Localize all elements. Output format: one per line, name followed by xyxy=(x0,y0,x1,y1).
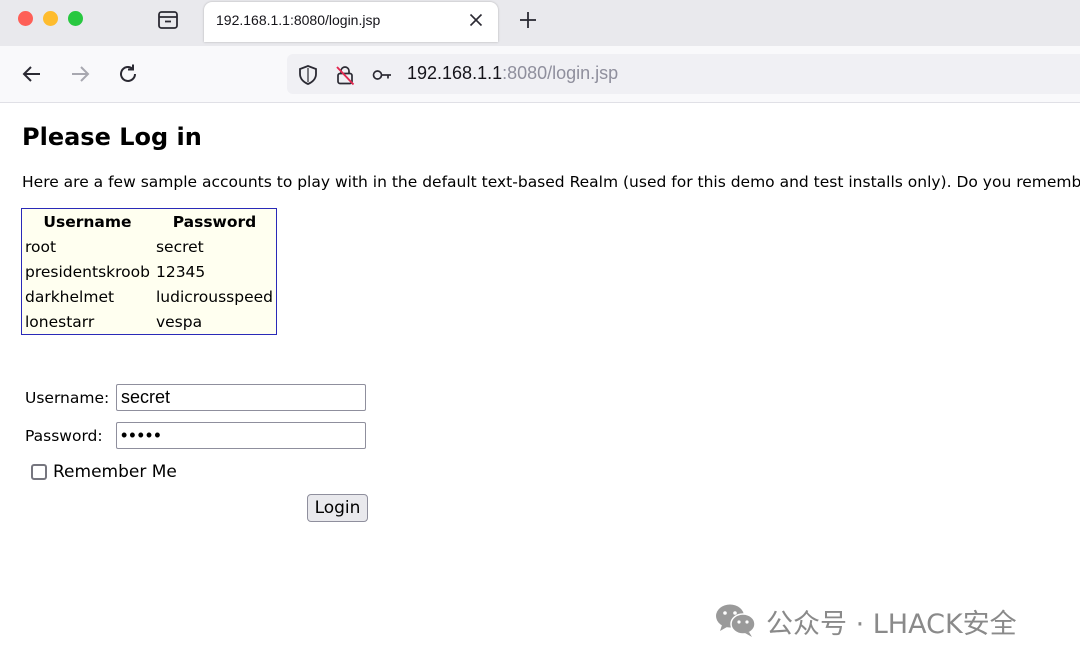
table-row: darkhelmet ludicrousspeed xyxy=(22,284,277,309)
password-cell: secret xyxy=(155,237,204,256)
sample-accounts-table: Username Password root secret presidents… xyxy=(21,208,278,335)
new-tab-icon[interactable] xyxy=(516,8,540,32)
key-icon[interactable] xyxy=(371,64,393,86)
tab-overview-icon[interactable] xyxy=(156,9,180,31)
password-cell: vespa xyxy=(155,312,203,331)
remember-me-label[interactable]: Remember Me xyxy=(53,462,177,482)
table-row: lonestarr vespa xyxy=(22,309,277,335)
username-column-header: Username xyxy=(43,213,132,231)
password-label: Password: xyxy=(25,427,103,445)
close-window-button[interactable] xyxy=(18,11,33,26)
watermark-text: 公众号 · LHACK安全 xyxy=(766,609,1017,640)
url-path: :8080/login.jsp xyxy=(502,63,619,83)
page-title: Please Log in xyxy=(22,123,202,151)
navigation-bar: 192.168.1.1:8080/login.jsp xyxy=(0,46,1080,103)
minimize-window-button[interactable] xyxy=(43,11,58,26)
back-arrow-icon[interactable] xyxy=(20,62,44,86)
active-tab[interactable]: 192.168.1.1:8080/login.jsp xyxy=(204,2,498,42)
url-host: 192.168.1.1 xyxy=(407,63,503,83)
username-cell: darkhelmet xyxy=(25,287,115,306)
reload-icon[interactable] xyxy=(116,62,140,86)
password-column-header: Password xyxy=(172,213,257,231)
insecure-lock-icon[interactable] xyxy=(334,64,356,86)
forward-arrow-icon[interactable] xyxy=(68,62,92,86)
username-cell: lonestarr xyxy=(25,312,95,331)
login-button[interactable]: Login xyxy=(307,494,368,522)
zoom-window-button[interactable] xyxy=(68,11,83,26)
password-cell: 12345 xyxy=(155,262,206,281)
page-content: Please Log in Here are a few sample acco… xyxy=(0,103,1080,664)
tab-title: 192.168.1.1:8080/login.jsp xyxy=(216,12,381,28)
shield-icon[interactable] xyxy=(297,64,319,86)
tab-bar: 192.168.1.1:8080/login.jsp xyxy=(0,0,1080,46)
username-cell: root xyxy=(25,237,57,256)
table-header-row: Username Password xyxy=(22,209,277,235)
password-input[interactable]: ••••• xyxy=(116,422,366,449)
password-cell: ludicrousspeed xyxy=(155,287,274,306)
username-cell: presidentskroob xyxy=(25,262,150,281)
remember-me-checkbox[interactable] xyxy=(31,464,47,480)
address-bar[interactable]: 192.168.1.1:8080/login.jsp xyxy=(287,54,1080,94)
url-text[interactable]: 192.168.1.1:8080/login.jsp xyxy=(407,63,618,84)
table-row: presidentskroob 12345 xyxy=(22,259,277,284)
wechat-icon xyxy=(716,604,756,637)
intro-text: Here are a few sample accounts to play w… xyxy=(22,173,1080,191)
close-tab-icon[interactable] xyxy=(468,12,484,28)
username-label: Username: xyxy=(25,389,110,407)
username-input[interactable] xyxy=(116,384,366,411)
table-row: root secret xyxy=(22,234,277,259)
